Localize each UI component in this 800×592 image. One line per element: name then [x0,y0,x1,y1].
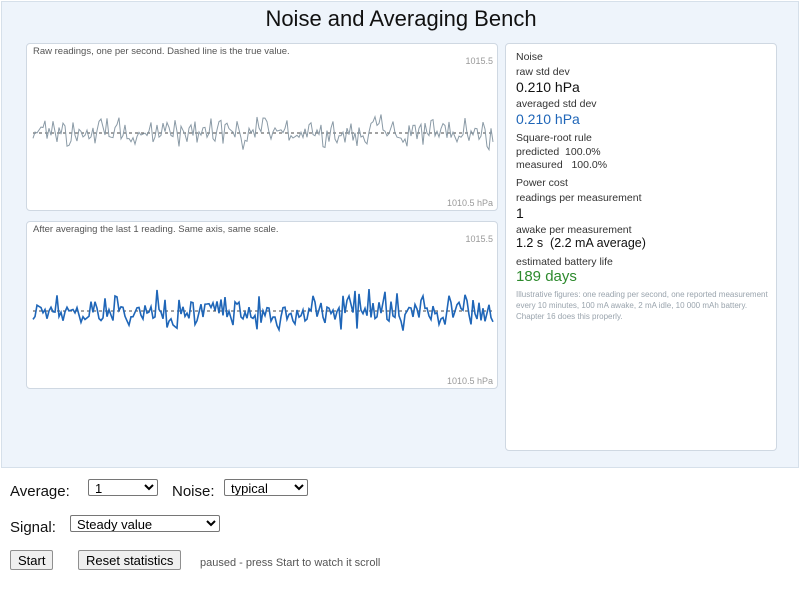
raw-panel-caption: Raw readings, one per second. Dashed lin… [33,46,290,57]
avg-std-value: 0.210 hPa [516,111,580,127]
raw-axis-max-label: 1015.5 [465,56,493,66]
battery-life-value: 189 days [516,268,577,285]
reset-statistics-button[interactable]: Reset statistics [78,550,182,570]
raw-std-label: raw std dev [516,66,570,78]
raw-axis-min-label: 1010.5 hPa [446,198,493,208]
raw-std-value: 0.210 hPa [516,79,580,95]
readings-per-measurement-label: readings per measurement [516,192,642,204]
status-text: paused - press Start to watch it scroll [200,557,381,569]
power-cost-heading: Power cost [516,177,568,189]
average-label: Average: [10,483,70,500]
avg-std-label: averaged std dev [516,98,597,110]
bench-canvas: Noise and Averaging Bench Raw readings, … [1,1,799,468]
noise-heading: Noise [516,51,543,63]
avg-panel-caption: After averaging the last 1 reading. Same… [33,224,279,235]
signal-select[interactable]: Steady value [70,515,220,532]
predicted-ratio: predicted 100.0% [516,146,601,158]
averaged-readings-plot [32,288,494,333]
awake-per-measurement-value: 1.2 s (2.2 mA average) [516,236,646,250]
raw-noise-trace [32,114,494,152]
averaged-noise-trace [32,288,494,333]
awake-per-measurement-label: awake per measurement [516,224,632,236]
measured-ratio: measured 100.0% [516,159,608,171]
illustrative-note: Illustrative figures: one reading per se… [516,290,768,321]
noise-label: Noise: [172,483,215,500]
average-select[interactable]: 1 [88,479,158,496]
noise-select[interactable]: typical [224,479,308,496]
controls-bar: Average: 1 Noise: typical Signal: Steady… [0,470,800,590]
avg-axis-max-label: 1015.5 [465,234,493,244]
averaged-readings-panel: After averaging the last 1 reading. Same… [26,221,498,389]
battery-life-label: estimated battery life [516,256,613,268]
raw-readings-plot [32,114,494,152]
sqrt-rule-heading: Square-root rule [516,132,592,144]
page-title: Noise and Averaging Bench [265,6,537,31]
avg-axis-min-label: 1010.5 hPa [446,376,493,386]
readings-per-measurement-value: 1 [516,205,524,221]
signal-label: Signal: [10,519,56,536]
raw-readings-panel: Raw readings, one per second. Dashed lin… [26,43,498,211]
start-button[interactable]: Start [10,550,54,570]
stats-panel: Noise raw std dev 0.210 hPa averaged std… [505,43,777,451]
